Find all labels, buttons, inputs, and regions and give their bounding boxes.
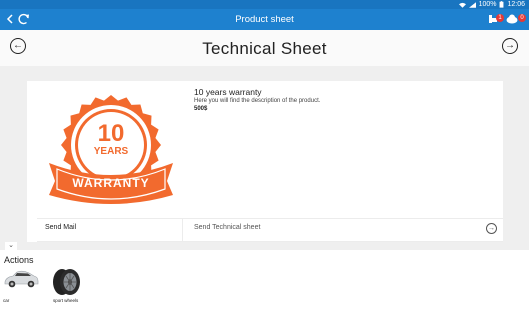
- messages-button[interactable]: 0: [506, 12, 526, 26]
- product-image[interactable]: 10 YEARS WARRANTY: [41, 91, 181, 211]
- action-sport-wheels[interactable]: sport wheels: [51, 267, 91, 305]
- product-description: Here you will find the description of th…: [194, 98, 321, 104]
- signal-icon: [468, 1, 476, 8]
- messages-badge: 0: [518, 14, 526, 22]
- send-arrow-icon[interactable]: →: [486, 223, 497, 234]
- arrow-right-icon: →: [505, 40, 515, 51]
- sheet-header: ← Technical Sheet →: [0, 30, 529, 66]
- app-bar: Product sheet 1 0: [0, 9, 529, 30]
- divider: [37, 218, 503, 219]
- status-bar: 100% 12:06: [0, 0, 529, 9]
- car-image: [4, 270, 39, 288]
- badge-years: YEARS: [94, 146, 129, 157]
- wheels-image: [53, 269, 80, 295]
- actions-title: Actions: [4, 255, 34, 265]
- clock: 12:06: [507, 1, 525, 8]
- divider: [37, 241, 503, 242]
- action-car[interactable]: car: [3, 267, 43, 305]
- app-bar-title: Product sheet: [235, 14, 294, 25]
- battery-level: 100%: [478, 1, 497, 8]
- cloud-icon: [506, 14, 518, 24]
- badge-warranty: WARRANTY: [72, 176, 149, 190]
- divider: [182, 218, 183, 242]
- cart-badge: 1: [496, 14, 504, 22]
- send-mail-button[interactable]: Send Mail: [45, 224, 76, 231]
- product-price: 500$: [194, 106, 208, 112]
- warranty-badge-image: 10 YEARS WARRANTY: [49, 95, 173, 204]
- collapse-chevron-icon[interactable]: ⌄: [5, 242, 17, 250]
- action-label: sport wheels: [53, 298, 79, 303]
- product-name: 10 years warranty: [194, 87, 262, 97]
- wifi-icon: [458, 2, 466, 8]
- battery-icon: [500, 1, 504, 8]
- action-label: car: [3, 298, 10, 303]
- actions-panel: Actions car sport wheels: [0, 250, 529, 310]
- product-card: 10 YEARS WARRANTY 10 years warranty Here…: [27, 81, 503, 242]
- cart-button[interactable]: 1: [488, 12, 504, 26]
- send-technical-sheet-button[interactable]: Send Technical sheet: [194, 224, 260, 231]
- next-button[interactable]: →: [502, 38, 518, 54]
- badge-number: 10: [98, 120, 125, 147]
- page-title: Technical Sheet: [202, 39, 327, 58]
